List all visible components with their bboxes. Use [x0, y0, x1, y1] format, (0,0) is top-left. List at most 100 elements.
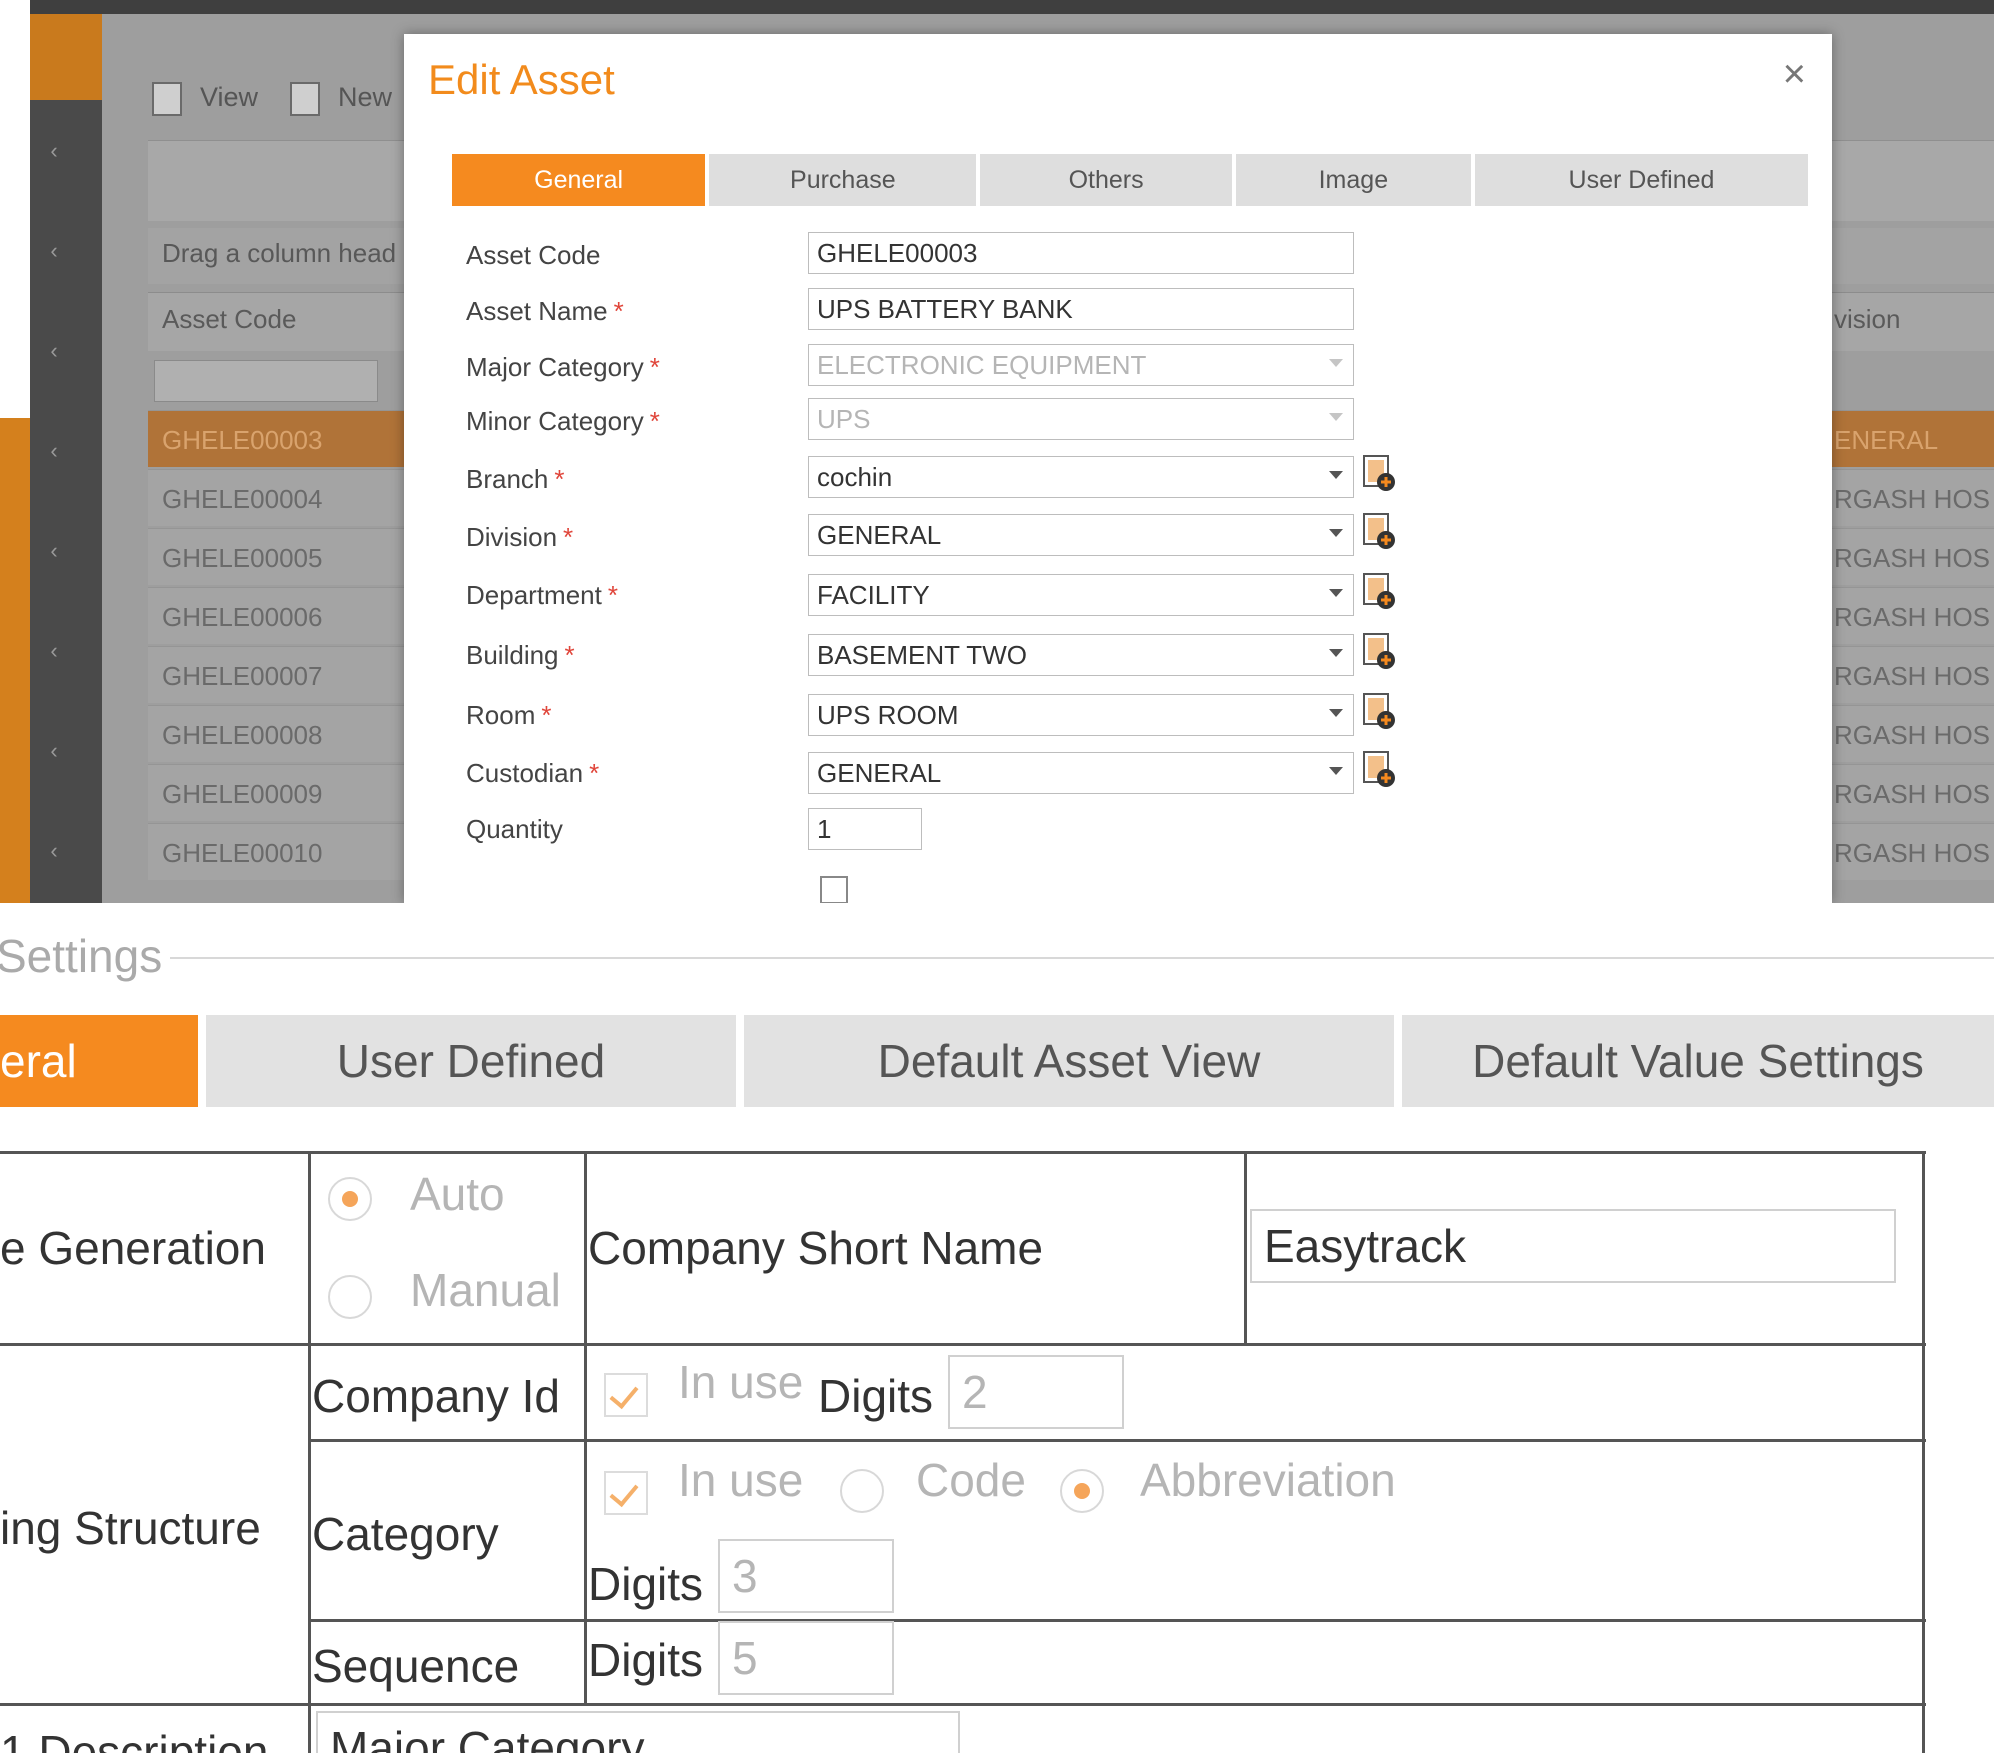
add-department-icon[interactable]	[1362, 572, 1398, 612]
chevron-left-icon[interactable]: ‹	[44, 838, 64, 864]
branch-value: cochin	[817, 462, 893, 492]
chevron-left-icon[interactable]: ‹	[44, 638, 64, 664]
tab-user-defined[interactable]: User Defined	[1475, 154, 1808, 206]
auto-label: Auto	[410, 1168, 505, 1220]
chevron-down-icon	[1329, 359, 1343, 367]
building-label-text: Building	[466, 640, 559, 670]
close-icon[interactable]: ×	[1783, 52, 1806, 97]
dialog-tab-bar: General Purchase Others Image User Defin…	[452, 154, 1808, 206]
major-category-label-text: Major Category	[466, 352, 644, 382]
add-branch-icon[interactable]	[1362, 454, 1398, 494]
department-select[interactable]: FACILITY	[808, 574, 1354, 616]
major-category-select[interactable]: ELECTRONIC EQUIPMENT	[808, 344, 1354, 386]
room-select[interactable]: UPS ROOM	[808, 694, 1354, 736]
chevron-down-icon	[1329, 649, 1343, 657]
asset-name-label-text: Asset Name	[466, 296, 608, 326]
table-border	[1922, 1151, 1925, 1753]
table-border	[0, 1151, 1926, 1154]
tab-general[interactable]: General	[452, 154, 706, 206]
required-mark: *	[564, 640, 575, 670]
view-button[interactable]: View	[200, 82, 258, 113]
new-icon[interactable]	[290, 82, 320, 116]
chevron-left-icon[interactable]: ‹	[44, 138, 64, 164]
major-category-label: Major Category *	[466, 352, 660, 383]
division-cell: RGASH HOS	[1834, 838, 1991, 868]
title-divider	[170, 957, 1994, 959]
filter-input[interactable]	[154, 360, 378, 402]
sequence-digits-label: Digits	[588, 1634, 704, 1686]
major-category-value: ELECTRONIC EQUIPMENT	[817, 350, 1147, 380]
asset-code-cell: GHELE00006	[162, 602, 323, 632]
category-code-radio[interactable]	[840, 1469, 884, 1513]
category-in-use-checkbox[interactable]	[604, 1471, 648, 1515]
building-value: BASEMENT TWO	[817, 640, 1027, 670]
new-button[interactable]: New	[338, 82, 392, 113]
tab-image[interactable]: Image	[1235, 154, 1471, 206]
division-select[interactable]: GENERAL	[808, 514, 1354, 556]
required-mark: *	[554, 464, 565, 494]
tab-default-asset-view[interactable]: Default Asset View	[744, 1015, 1394, 1107]
tab-purchase[interactable]: Purchase	[709, 154, 977, 206]
asset-code-cell: GHELE00009	[162, 779, 323, 809]
add-division-icon[interactable]	[1362, 512, 1398, 552]
column-header-asset-code[interactable]: Asset Code	[162, 304, 296, 335]
quantity-input[interactable]: 1	[808, 808, 922, 850]
add-building-icon[interactable]	[1362, 632, 1398, 672]
tab-user-defined[interactable]: User Defined	[206, 1015, 736, 1107]
chevron-left-icon[interactable]: ‹	[44, 738, 64, 764]
category-abbreviation-radio[interactable]	[1060, 1469, 1104, 1513]
table-border	[0, 1703, 1926, 1706]
company-id-digits-input[interactable]: 2	[948, 1355, 1124, 1429]
division-label: Division *	[466, 522, 573, 553]
manual-radio[interactable]	[328, 1275, 372, 1319]
settings-tab-bar: eral User Defined Default Asset View Def…	[0, 1015, 1994, 1107]
view-icon[interactable]	[152, 82, 182, 116]
tab-general[interactable]: eral	[0, 1015, 198, 1107]
settings-screen: Settings eral User Defined Default Asset…	[0, 903, 1994, 1753]
minor-category-label-text: Minor Category	[466, 406, 644, 436]
asset-code-label: Asset Code	[466, 240, 601, 270]
minor-category-select[interactable]: UPS	[808, 398, 1354, 440]
asset-code-input[interactable]: GHELE00003	[808, 232, 1354, 274]
table-border	[584, 1151, 587, 1703]
branch-select[interactable]: cochin	[808, 456, 1354, 498]
asset-name-label: Asset Name *	[466, 296, 624, 327]
chevron-down-icon	[1329, 471, 1343, 479]
chevron-left-icon[interactable]: ‹	[44, 438, 64, 464]
category-digits-label: Digits	[588, 1558, 704, 1610]
building-select[interactable]: BASEMENT TWO	[808, 634, 1354, 676]
custodian-select[interactable]: GENERAL	[808, 752, 1354, 794]
custodian-label-text: Custodian	[466, 758, 584, 788]
required-mark: *	[563, 522, 574, 552]
chevron-left-icon[interactable]: ‹	[44, 538, 64, 564]
add-custodian-icon[interactable]	[1362, 750, 1398, 790]
chevron-left-icon[interactable]: ‹	[44, 338, 64, 364]
company-id-in-use-checkbox[interactable]	[604, 1373, 648, 1417]
chevron-left-icon[interactable]: ‹	[44, 238, 64, 264]
category-label: Category	[312, 1508, 499, 1560]
tab-others[interactable]: Others	[980, 154, 1232, 206]
quantity-label: Quantity	[466, 814, 563, 844]
table-border	[308, 1439, 1926, 1442]
chevron-down-icon	[1329, 767, 1343, 775]
column-header-division[interactable]: vision	[1834, 304, 1900, 335]
description-select[interactable]: Major Category	[316, 1711, 960, 1753]
asset-name-input[interactable]: UPS BATTERY BANK	[808, 288, 1354, 330]
division-cell: RGASH HOS	[1834, 779, 1991, 809]
table-border	[308, 1151, 311, 1753]
add-room-icon[interactable]	[1362, 692, 1398, 732]
numbering-structure-label: ing Structure	[0, 1502, 261, 1554]
company-short-name-input[interactable]: Easytrack	[1250, 1209, 1896, 1283]
quantity-value: 1	[817, 814, 832, 844]
sequence-digits-input[interactable]: 5	[718, 1621, 894, 1695]
navigation-rail	[30, 100, 102, 903]
tab-default-value-settings[interactable]: Default Value Settings	[1402, 1015, 1994, 1107]
asset-code-cell: GHELE00007	[162, 661, 323, 691]
company-short-name-label: Company Short Name	[588, 1222, 1044, 1274]
division-cell: RGASH HOS	[1834, 602, 1991, 632]
asset-code-value: GHELE00003	[817, 238, 978, 268]
auto-radio[interactable]	[328, 1177, 372, 1221]
checkbox[interactable]	[820, 876, 848, 903]
company-id-label: Company Id	[312, 1370, 561, 1422]
category-digits-input[interactable]: 3	[718, 1539, 894, 1613]
